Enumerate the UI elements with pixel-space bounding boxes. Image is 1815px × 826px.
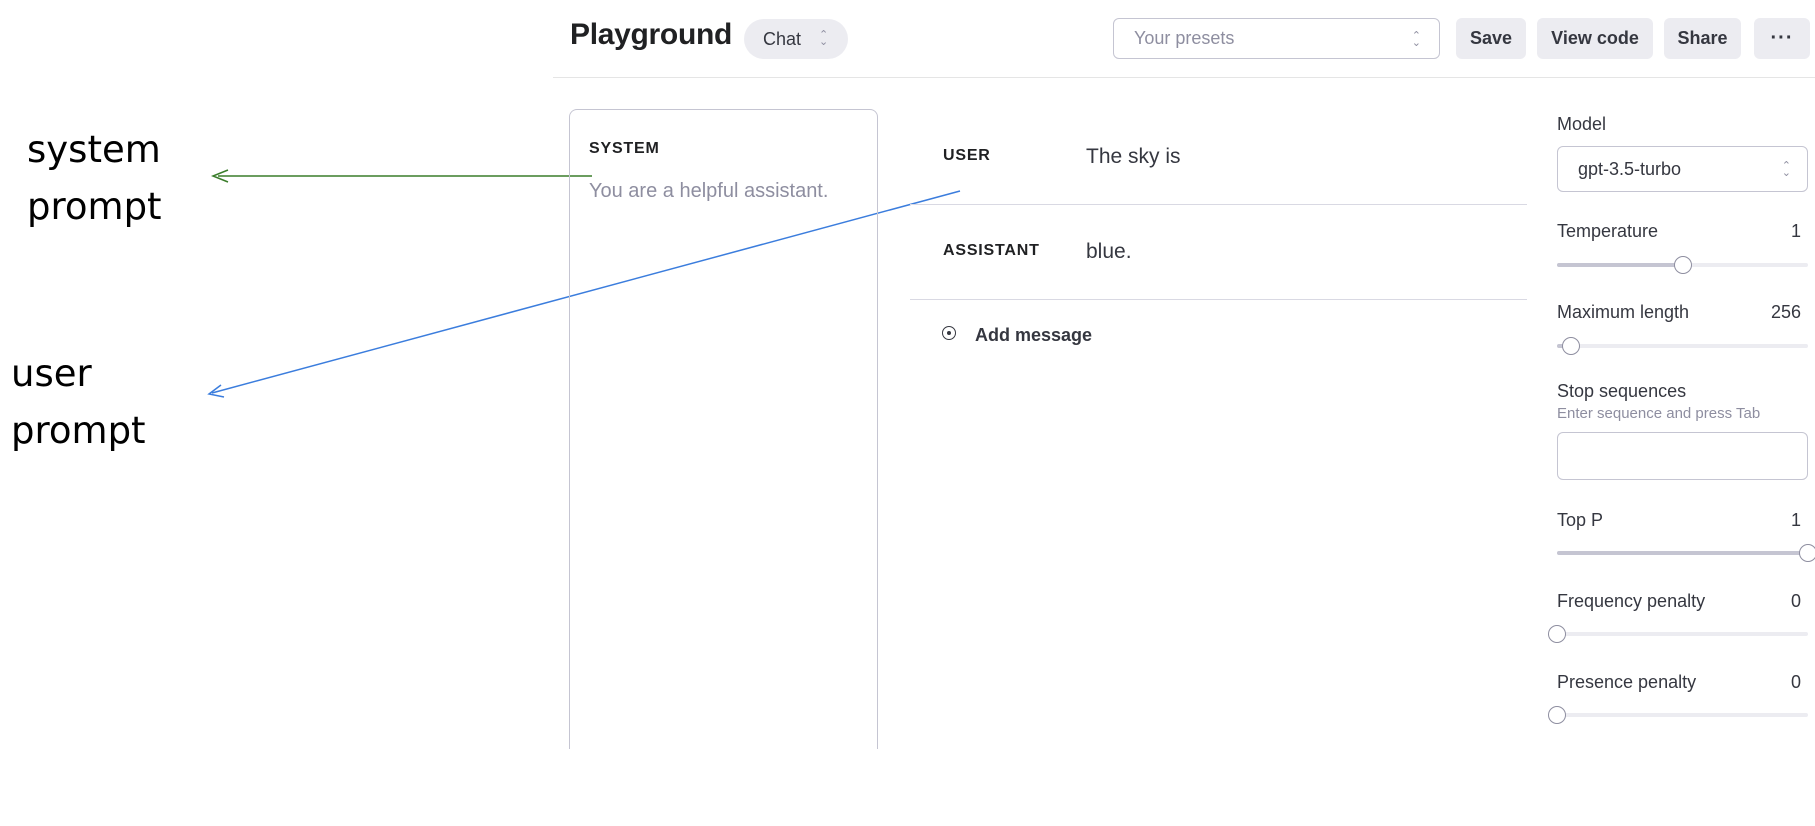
add-message-button[interactable]: Add message <box>975 325 1092 346</box>
message-divider <box>910 299 1527 300</box>
page-title: Playground <box>570 18 733 51</box>
message-divider <box>910 204 1527 205</box>
model-select-value: gpt-3.5-turbo <box>1578 158 1682 179</box>
more-icon: ··· <box>1770 27 1794 49</box>
message-role-user[interactable]: USER <box>943 147 991 165</box>
message-content-user[interactable]: The sky is <box>1086 145 1181 169</box>
stop-sequences-label: Stop sequences <box>1557 381 1687 401</box>
temperature-slider[interactable] <box>1557 256 1808 274</box>
system-prompt-annotation: system prompt <box>27 128 162 228</box>
slider-fill <box>1557 263 1683 267</box>
more-options-button[interactable]: ··· <box>1754 18 1810 59</box>
add-circle-icon[interactable] <box>942 326 956 340</box>
max-length-slider[interactable] <box>1557 337 1808 355</box>
system-prompt-input[interactable]: You are a helpful assistant. <box>589 180 828 203</box>
message-content-assistant[interactable]: blue. <box>1086 240 1132 264</box>
slider-thumb[interactable] <box>1548 625 1566 643</box>
top-p-value[interactable]: 1 <box>1761 510 1801 531</box>
model-select[interactable]: gpt-3.5-turbo ⌃ ⌄ <box>1557 146 1808 192</box>
save-button[interactable]: Save <box>1456 18 1526 59</box>
frequency-penalty-value[interactable]: 0 <box>1761 591 1801 612</box>
max-length-label: Maximum length <box>1557 302 1690 322</box>
chevron-up-down-icon: ⌃ ⌄ <box>1411 30 1421 49</box>
top-p-label: Top P <box>1557 510 1604 530</box>
chevron-up-down-icon: ⌃ ⌄ <box>819 29 829 48</box>
presence-penalty-value[interactable]: 0 <box>1761 672 1801 693</box>
slider-fill <box>1557 551 1808 555</box>
mode-select-label: Chat <box>763 28 802 49</box>
message-role-assistant[interactable]: ASSISTANT <box>943 242 1040 260</box>
presets-select[interactable]: Your presets ⌃ ⌄ <box>1113 18 1440 59</box>
slider-thumb[interactable] <box>1548 706 1566 724</box>
view-code-button[interactable]: View code <box>1537 18 1653 59</box>
share-button[interactable]: Share <box>1664 18 1741 59</box>
system-prompt-arrow <box>210 169 592 183</box>
temperature-label: Temperature <box>1557 221 1659 241</box>
slider-thumb[interactable] <box>1799 544 1815 562</box>
slider-thumb[interactable] <box>1673 256 1692 274</box>
system-panel[interactable] <box>569 109 878 749</box>
user-prompt-annotation: user prompt <box>11 352 146 452</box>
top-p-slider[interactable] <box>1557 544 1815 562</box>
presence-penalty-label: Presence penalty <box>1557 672 1697 692</box>
header-divider <box>553 77 1815 78</box>
system-label: SYSTEM <box>589 140 660 157</box>
frequency-penalty-slider[interactable] <box>1548 625 1808 643</box>
stop-sequences-hint: Enter sequence and press Tab <box>1557 405 1761 422</box>
max-length-value[interactable]: 256 <box>1761 302 1801 323</box>
frequency-penalty-label: Frequency penalty <box>1557 591 1706 611</box>
temperature-value[interactable]: 1 <box>1761 221 1801 242</box>
mode-select[interactable]: Chat ⌃ ⌄ <box>744 19 848 59</box>
chevron-up-down-icon: ⌃ ⌄ <box>1781 160 1791 179</box>
presets-placeholder: Your presets <box>1134 28 1235 48</box>
model-label: Model <box>1557 114 1607 134</box>
annotation-arrows <box>207 169 961 398</box>
presence-penalty-slider[interactable] <box>1548 706 1808 724</box>
stop-sequences-input[interactable] <box>1557 432 1808 480</box>
slider-thumb[interactable] <box>1561 337 1580 355</box>
